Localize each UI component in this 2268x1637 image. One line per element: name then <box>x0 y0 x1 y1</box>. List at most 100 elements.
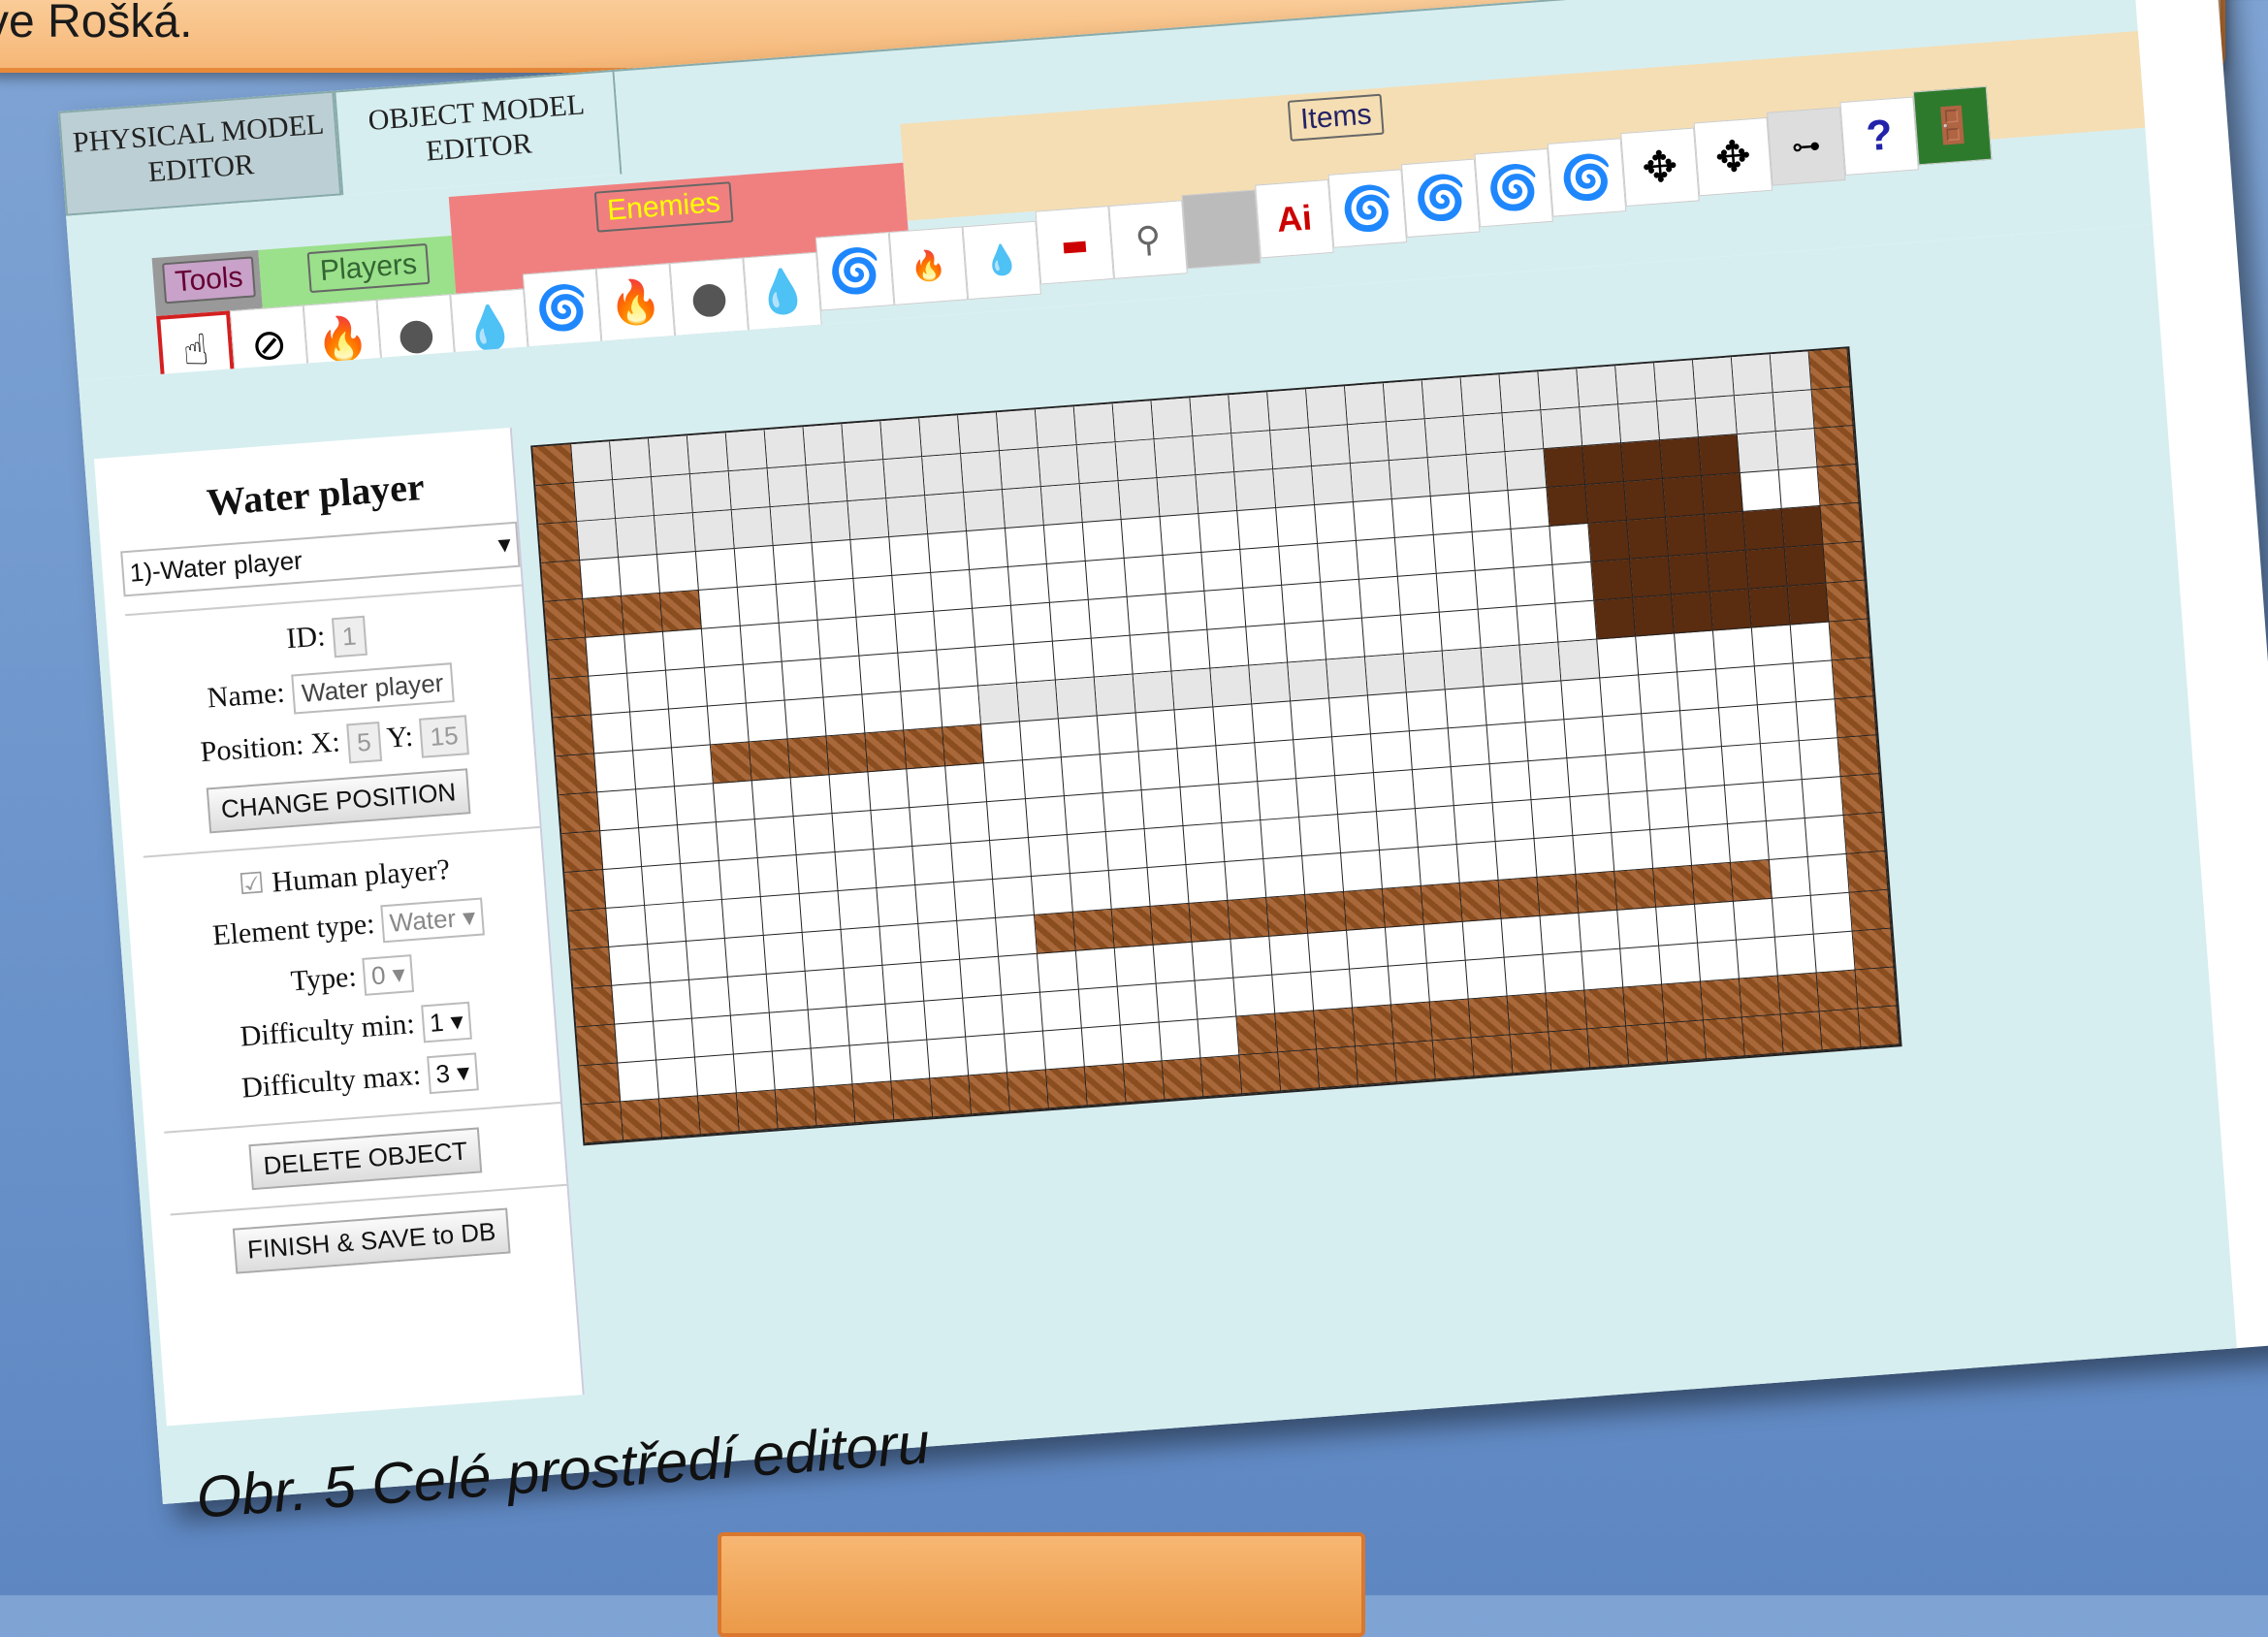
map-cell[interactable] <box>1469 490 1512 532</box>
map-cell[interactable] <box>990 838 1032 880</box>
map-cell[interactable] <box>1076 442 1119 485</box>
map-cell[interactable] <box>1774 934 1817 977</box>
map-cell[interactable] <box>1811 387 1854 430</box>
map-cell[interactable] <box>999 953 1040 996</box>
map-cell[interactable] <box>859 653 902 695</box>
map-cell[interactable] <box>967 528 1008 570</box>
map-cell[interactable] <box>1675 630 1716 673</box>
map-cell[interactable] <box>922 454 965 497</box>
map-cell[interactable] <box>1718 705 1761 748</box>
map-cell[interactable] <box>1389 458 1431 499</box>
map-cell[interactable] <box>1210 665 1253 708</box>
map-cell[interactable] <box>1591 559 1634 601</box>
map-cell[interactable] <box>694 1054 737 1097</box>
map-cell[interactable] <box>687 433 729 475</box>
map-cell[interactable] <box>724 935 767 978</box>
map-cell[interactable] <box>691 1015 734 1058</box>
map-cell[interactable] <box>981 722 1023 764</box>
map-cell[interactable] <box>1035 406 1077 449</box>
map-cell[interactable] <box>1784 544 1827 587</box>
map-cell[interactable] <box>1338 812 1380 853</box>
map-cell[interactable] <box>1379 847 1421 889</box>
rock-portal-icon[interactable]: 🌀 <box>1327 169 1408 248</box>
map-cell[interactable] <box>776 581 818 624</box>
map-cell[interactable] <box>1769 856 1811 899</box>
map-cell[interactable] <box>1760 741 1803 784</box>
map-cell[interactable] <box>1528 758 1571 801</box>
map-cell[interactable] <box>1770 351 1812 394</box>
map-cell[interactable] <box>806 463 848 505</box>
map-cell[interactable] <box>1234 469 1277 511</box>
map-cell[interactable] <box>577 519 620 561</box>
map-cell[interactable] <box>1581 948 1624 991</box>
map-cell[interactable] <box>1258 779 1300 821</box>
map-cell[interactable] <box>1219 782 1262 824</box>
map-cell[interactable] <box>1317 1046 1359 1089</box>
map-cell[interactable] <box>1296 776 1339 818</box>
map-cell[interactable] <box>1775 429 1818 470</box>
map-cell[interactable] <box>1621 440 1664 482</box>
map-cell[interactable] <box>1522 681 1565 723</box>
map-cell[interactable] <box>1151 398 1194 440</box>
wind-portal-icon[interactable]: 🌀 <box>1547 138 1627 217</box>
map-cell[interactable] <box>1623 984 1666 1027</box>
map-cell[interactable] <box>767 465 810 508</box>
map-cell[interactable] <box>1698 940 1740 982</box>
map-cell[interactable] <box>1007 1070 1049 1112</box>
map-cell[interactable] <box>883 457 926 499</box>
map-cell[interactable] <box>993 876 1035 918</box>
map-cell[interactable] <box>1462 918 1505 961</box>
map-cell[interactable] <box>645 902 687 945</box>
map-cell[interactable] <box>603 867 646 909</box>
map-cell[interactable] <box>612 982 655 1025</box>
map-cell[interactable] <box>891 1078 934 1121</box>
map-cell[interactable] <box>1147 864 1190 907</box>
map-cell[interactable] <box>1686 786 1728 827</box>
map-cell[interactable] <box>945 763 988 806</box>
map-cell[interactable] <box>850 536 893 579</box>
map-cell[interactable] <box>652 474 693 517</box>
map-cell[interactable] <box>1659 943 1702 985</box>
map-cell[interactable] <box>1463 413 1506 456</box>
map-cell[interactable] <box>820 656 863 698</box>
map-cell[interactable] <box>1168 629 1211 672</box>
map-cell[interactable] <box>1742 508 1785 551</box>
map-cell[interactable] <box>751 778 794 820</box>
map-cell[interactable] <box>1154 436 1197 479</box>
map-cell[interactable] <box>1472 529 1515 571</box>
map-cell[interactable] <box>1272 972 1315 1014</box>
map-cell[interactable] <box>621 1099 663 1141</box>
map-cell[interactable] <box>1344 383 1387 426</box>
map-cell[interactable] <box>1537 874 1580 916</box>
map-cell[interactable] <box>1237 507 1280 550</box>
map-cell[interactable] <box>1486 722 1529 765</box>
map-cell[interactable] <box>888 1040 931 1082</box>
map-cell[interactable] <box>553 715 595 757</box>
map-cell[interactable] <box>1448 725 1490 768</box>
map-cell[interactable] <box>1347 422 1390 465</box>
map-cell[interactable] <box>1305 891 1348 934</box>
map-cell[interactable] <box>707 703 750 746</box>
map-cell[interactable] <box>1459 880 1502 922</box>
map-cell[interactable] <box>963 995 1006 1038</box>
map-cell[interactable] <box>1347 927 1389 970</box>
map-cell[interactable] <box>1094 674 1136 717</box>
map-cell[interactable] <box>622 593 663 635</box>
map-cell[interactable] <box>999 448 1041 491</box>
map-cell[interactable] <box>1249 662 1292 705</box>
map-cell[interactable] <box>1843 812 1886 854</box>
map-cell[interactable] <box>1370 731 1413 774</box>
map-cell[interactable] <box>1061 754 1103 797</box>
map-cell[interactable] <box>1618 401 1661 444</box>
map-cell[interactable] <box>1075 947 1118 990</box>
map-cell[interactable] <box>1695 901 1737 944</box>
map-cell[interactable] <box>1606 753 1648 795</box>
map-cell[interactable] <box>885 1001 928 1043</box>
map-cell[interactable] <box>1067 832 1109 874</box>
map-cell[interactable] <box>1630 556 1673 598</box>
map-cell[interactable] <box>1531 797 1574 839</box>
map-cell[interactable] <box>1754 663 1797 706</box>
map-cell[interactable] <box>1390 1002 1433 1044</box>
difficulty-min-select[interactable]: 1 ▾ <box>420 1001 473 1043</box>
map-cell[interactable] <box>975 644 1017 687</box>
